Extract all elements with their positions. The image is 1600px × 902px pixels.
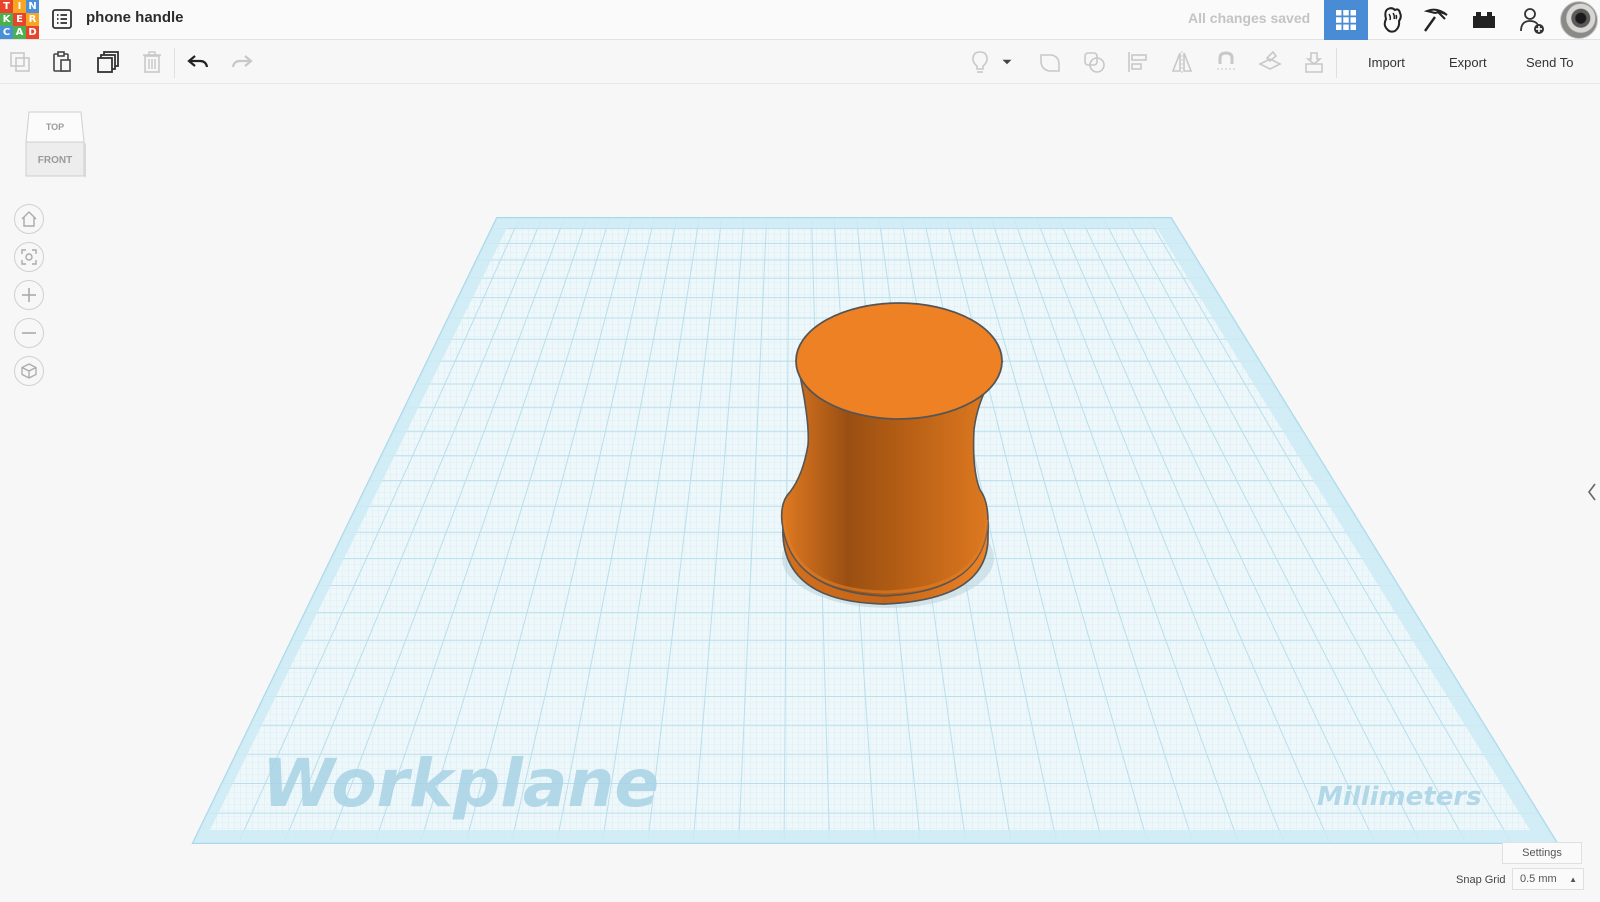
grid-icon [1336,10,1356,30]
ungroup-button[interactable] [1080,48,1108,76]
zoom-out-icon [22,332,36,334]
home-icon [21,211,37,227]
shape-panel-toggle[interactable] [1584,470,1600,514]
snap-grid-select[interactable]: 0.5 mm ▲ [1512,868,1584,890]
design-title[interactable]: phone handle [86,9,184,26]
view-cube-top[interactable]: TOP [46,122,64,132]
workplane-tool-button[interactable] [1256,48,1284,76]
mirror-icon [1171,51,1193,73]
phone-handle-shape[interactable] [780,302,1004,605]
magnet-icon [1217,51,1235,70]
view-cube[interactable]: TOP FRONT [24,106,86,178]
duplicate-icon [97,51,119,73]
logo-letter: K [0,13,13,26]
design-list-button[interactable] [50,7,74,31]
delete-icon [143,51,161,73]
paste-button[interactable] [48,48,76,76]
home-view-button[interactable] [14,204,44,234]
list-icon [52,9,72,29]
logo-letter: D [26,26,39,39]
user-avatar[interactable] [1560,1,1598,39]
zoom-in-icon [22,288,36,302]
cruise-button[interactable] [1212,48,1240,76]
units-label: Millimeters [1317,782,1482,812]
logo-letter: N [26,0,39,13]
snap-grid-value: 0.5 mm [1520,873,1557,885]
drop-icon [1305,52,1323,73]
zoom-in-button[interactable] [14,280,44,310]
toolbar-divider [174,48,175,78]
align-icon [1128,52,1147,72]
toolbar: Import Export Send To [0,40,1600,84]
ungroup-icon [1084,52,1105,73]
group-icon [1040,54,1060,72]
notes-dropdown-button[interactable] [998,48,1016,76]
undo-icon [187,55,209,68]
tinkercad-editor: TINKERCAD phone handle All changes saved [0,0,1600,902]
snap-grid-label: Snap Grid [1456,874,1506,886]
add-user-icon [1520,8,1544,34]
codeblocks-view-button[interactable] [1370,0,1414,40]
save-status: All changes saved [1188,10,1311,26]
notes-light-button[interactable] [966,48,994,76]
undo-button[interactable] [184,48,212,76]
settings-button[interactable]: Settings [1502,842,1582,864]
fist-icon [1383,7,1402,33]
view-cube-front[interactable]: FRONT [38,155,72,166]
caret-up-icon: ▲ [1569,875,1577,884]
delete-button[interactable] [138,48,166,76]
copy-icon [10,52,30,72]
redo-icon [231,55,253,68]
paste-icon [53,51,71,72]
minecraft-view-button[interactable] [1414,0,1458,40]
logo-letter: A [13,26,26,39]
fit-icon [21,249,37,265]
tinkercad-logo[interactable]: TINKERCAD [0,0,39,39]
light-bulb-icon [972,51,988,73]
send-to-button[interactable]: Send To [1526,50,1573,74]
drop-button[interactable] [1300,48,1328,76]
perspective-icon [21,363,37,379]
chevron-left-icon [1588,483,1596,501]
brick-icon [1473,12,1495,28]
group-button[interactable] [1036,48,1064,76]
redo-button[interactable] [228,48,256,76]
export-button[interactable]: Export [1449,50,1487,74]
workplane-icon [1258,50,1282,70]
workplane-viewport[interactable]: Workplane Millimeters [0,84,1600,902]
workplane-label: Workplane [262,745,659,822]
zoom-out-button[interactable] [14,318,44,348]
logo-letter: T [0,0,13,13]
share-user-button[interactable] [1510,0,1554,40]
dropdown-icon [1002,59,1012,65]
align-button[interactable] [1124,48,1152,76]
top-bar: TINKERCAD phone handle All changes saved [0,0,1600,40]
duplicate-button[interactable] [94,48,122,76]
logo-letter: I [13,0,26,13]
bricks-view-button[interactable] [1462,0,1506,40]
fit-view-button[interactable] [14,242,44,272]
perspective-button[interactable] [14,356,44,386]
import-button[interactable]: Import [1368,50,1405,74]
copy-button[interactable] [6,48,34,76]
logo-letter: R [26,13,39,26]
logo-letter: E [13,13,26,26]
toolbar-divider [1336,48,1337,78]
pickaxe-icon [1423,8,1448,32]
mirror-button[interactable] [1168,48,1196,76]
logo-letter: C [0,26,13,39]
3d-design-view-button[interactable] [1324,0,1368,40]
